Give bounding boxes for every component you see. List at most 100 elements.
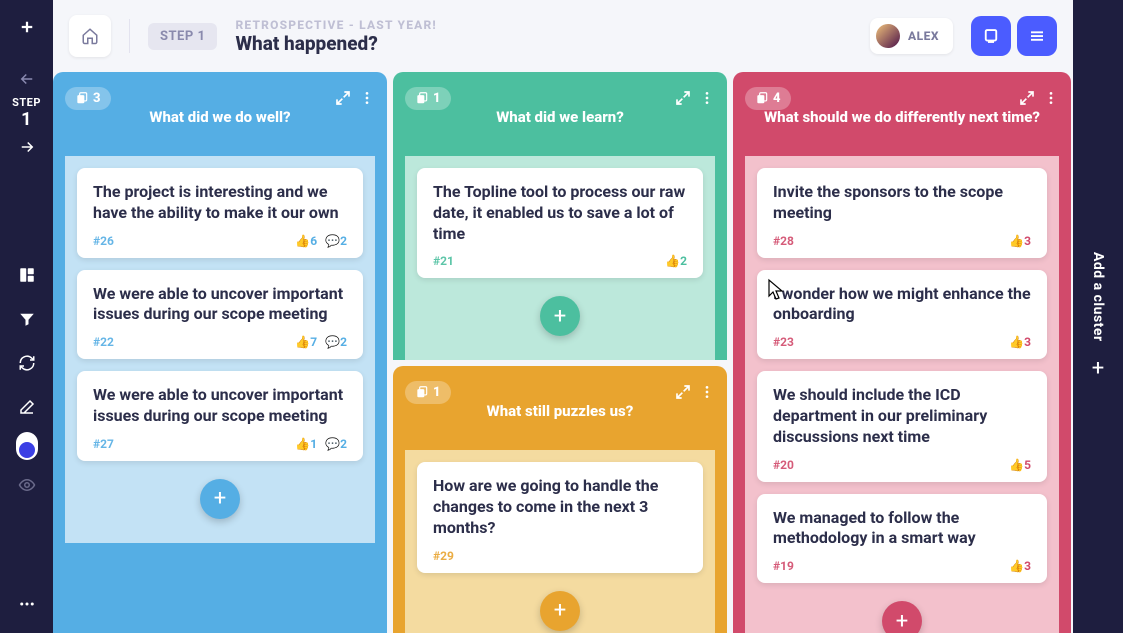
- step-indicator: STEP 1: [12, 96, 41, 130]
- left-sidebar: STEP 1: [0, 0, 53, 633]
- card[interactable]: How are we going to handle the changes t…: [417, 462, 703, 572]
- card-id: #26: [93, 234, 114, 248]
- card[interactable]: We were able to uncover important issues…: [77, 371, 363, 461]
- cluster-learn: 1 What did we learn? The Topline tool to…: [393, 72, 727, 360]
- card[interactable]: We should include the ICD department in …: [757, 371, 1047, 481]
- card[interactable]: Invite the sponsors to the scope meeting…: [757, 168, 1047, 258]
- export-button[interactable]: [971, 16, 1011, 56]
- cluster-count-pill: 4: [745, 87, 791, 110]
- user-name: ALEX: [908, 29, 939, 43]
- card-text: We were able to uncover important issues…: [93, 385, 347, 427]
- avatar: [876, 24, 900, 48]
- step-badge: STEP 1: [148, 23, 217, 50]
- cards-icon: [415, 91, 429, 105]
- step-number: 1: [12, 109, 41, 130]
- retro-super-title: RETROSPECTIVE - LAST YEAR!: [235, 18, 436, 32]
- comment-icon[interactable]: 💬2: [325, 234, 347, 248]
- like-icon[interactable]: 👍3: [1009, 559, 1031, 573]
- add-button[interactable]: [8, 8, 46, 46]
- cluster-more-icon[interactable]: [699, 384, 715, 400]
- edit-icon[interactable]: [8, 388, 46, 426]
- mode-toggle[interactable]: [8, 432, 46, 460]
- like-icon[interactable]: 👍3: [1009, 234, 1031, 248]
- card-text: How are we going to handle the changes t…: [433, 476, 687, 538]
- add-cluster-plus-icon[interactable]: +: [1092, 356, 1104, 381]
- cards-icon: [75, 91, 89, 105]
- cards-icon: [755, 91, 769, 105]
- card-id: #21: [433, 254, 454, 268]
- header: STEP 1 RETROSPECTIVE - LAST YEAR! What h…: [53, 0, 1073, 72]
- card[interactable]: The Topline tool to process our raw date…: [417, 168, 703, 278]
- card-id: #29: [433, 549, 454, 563]
- expand-icon[interactable]: [335, 90, 351, 106]
- list-view-button[interactable]: [1017, 16, 1057, 56]
- cluster-count-pill: 1: [405, 87, 451, 110]
- board: 3 What did we do well? The project is in…: [53, 72, 1073, 633]
- add-card-button[interactable]: +: [540, 296, 580, 336]
- header-titles: RETROSPECTIVE - LAST YEAR! What happened…: [235, 18, 436, 55]
- card[interactable]: I wonder how we might enhance the onboar…: [757, 270, 1047, 360]
- step-label: STEP: [12, 96, 41, 109]
- cluster-well: 3 What did we do well? The project is in…: [53, 72, 387, 633]
- like-icon[interactable]: 👍7: [295, 335, 317, 349]
- add-card-button[interactable]: +: [882, 601, 922, 633]
- like-icon[interactable]: 👍6: [295, 234, 317, 248]
- card-id: #20: [773, 458, 794, 472]
- cluster-puzzle: 1 What still puzzles us? How are we goin…: [393, 366, 727, 633]
- filter-icon[interactable]: [8, 300, 46, 338]
- layout-icon[interactable]: [8, 256, 46, 294]
- card-id: #22: [93, 335, 114, 349]
- add-cluster-label: Add a cluster: [1090, 252, 1106, 342]
- user-chip[interactable]: ALEX: [870, 18, 953, 54]
- card[interactable]: We were able to uncover important issues…: [77, 270, 363, 360]
- card[interactable]: We managed to follow the methodology in …: [757, 494, 1047, 584]
- like-icon[interactable]: 👍2: [665, 254, 687, 268]
- home-button[interactable]: [69, 15, 111, 57]
- card-id: #27: [93, 437, 114, 451]
- cluster-title: What still puzzles us?: [393, 402, 727, 420]
- prev-step-arrow[interactable]: [18, 70, 36, 88]
- card-text: We should include the ICD department in …: [773, 385, 1031, 447]
- card-id: #23: [773, 335, 794, 349]
- card[interactable]: The project is interesting and we have t…: [77, 168, 363, 258]
- cluster-count: 1: [433, 91, 441, 106]
- right-rail[interactable]: Add a cluster +: [1073, 0, 1123, 633]
- add-card-button[interactable]: +: [540, 591, 580, 631]
- cluster-count: 4: [773, 91, 781, 106]
- cluster-title: What did we do well?: [53, 108, 387, 126]
- card-text: The Topline tool to process our raw date…: [433, 182, 687, 244]
- retro-title: What happened?: [235, 32, 436, 55]
- cluster-more-icon[interactable]: [699, 90, 715, 106]
- add-card-button[interactable]: +: [200, 479, 240, 519]
- cluster-count: 3: [93, 91, 101, 106]
- expand-icon[interactable]: [675, 90, 691, 106]
- card-text: I wonder how we might enhance the onboar…: [773, 284, 1031, 326]
- cluster-title: What should we do differently next time?: [733, 108, 1071, 126]
- card-text: Invite the sponsors to the scope meeting: [773, 182, 1031, 224]
- cluster-count: 1: [433, 385, 441, 400]
- cluster-count-pill: 1: [405, 381, 451, 404]
- cards-icon: [415, 385, 429, 399]
- like-icon[interactable]: 👍5: [1009, 458, 1031, 472]
- more-icon[interactable]: [8, 585, 46, 623]
- refresh-icon[interactable]: [8, 344, 46, 382]
- card-id: #19: [773, 559, 794, 573]
- like-icon[interactable]: 👍3: [1009, 335, 1031, 349]
- cluster-more-icon[interactable]: [359, 90, 375, 106]
- comment-icon[interactable]: 💬2: [325, 335, 347, 349]
- visibility-icon[interactable]: [8, 466, 46, 504]
- card-text: We managed to follow the methodology in …: [773, 508, 1031, 550]
- like-icon[interactable]: 👍1: [295, 437, 317, 451]
- comment-icon[interactable]: 💬2: [325, 437, 347, 451]
- cluster-more-icon[interactable]: [1043, 90, 1059, 106]
- cluster-diff: 4 What should we do differently next tim…: [733, 72, 1071, 633]
- cluster-count-pill: 3: [65, 87, 111, 110]
- next-step-arrow[interactable]: [18, 138, 36, 156]
- main-area: STEP 1 RETROSPECTIVE - LAST YEAR! What h…: [53, 0, 1073, 633]
- cluster-title: What did we learn?: [393, 108, 727, 126]
- card-text: The project is interesting and we have t…: [93, 182, 347, 224]
- expand-icon[interactable]: [1019, 90, 1035, 106]
- expand-icon[interactable]: [675, 384, 691, 400]
- card-text: We were able to uncover important issues…: [93, 284, 347, 326]
- card-id: #28: [773, 234, 794, 248]
